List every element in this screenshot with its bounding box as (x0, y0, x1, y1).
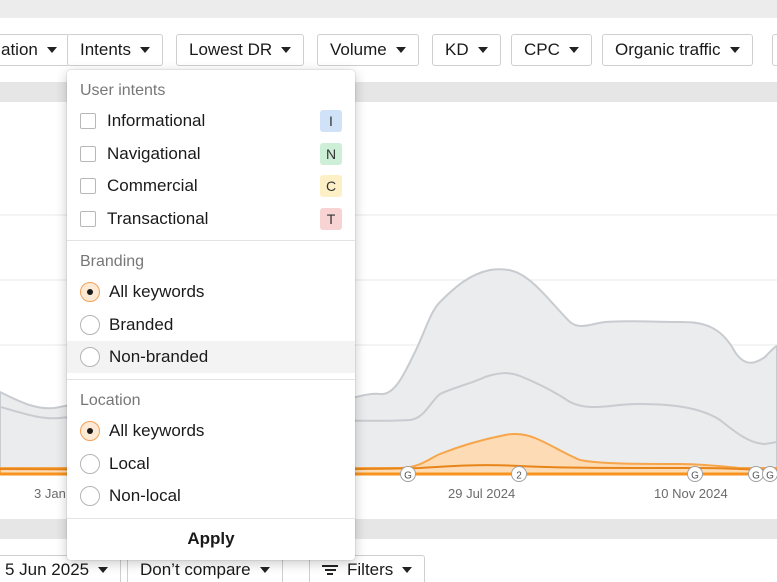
intent-option-transactional[interactable]: Transactional T (67, 203, 355, 235)
branding-option-label: All keywords (109, 282, 205, 301)
top-strip (0, 0, 777, 18)
intent-option-informational[interactable]: Informational I (67, 105, 355, 137)
intent-option-commercial[interactable]: Commercial C (67, 170, 355, 202)
intent-option-label: Commercial (107, 176, 198, 195)
organic-traffic-filter-label: Organic traffic (615, 40, 721, 59)
checkbox[interactable] (80, 178, 96, 194)
x-axis-label: 29 Jul 2024 (448, 486, 516, 501)
caret-down-icon (568, 47, 579, 53)
location-option-label: Local (109, 454, 150, 473)
radio[interactable] (80, 315, 100, 335)
annotation-marker-g[interactable]: G (400, 466, 416, 482)
location-option-all[interactable]: All keywords (67, 415, 355, 447)
intents-dropdown: User intents Informational I Navigationa… (67, 70, 355, 560)
caret-down-icon (98, 567, 109, 573)
caret-down-icon (281, 47, 292, 53)
svg-text:G: G (752, 471, 760, 482)
divider (67, 240, 355, 241)
x-axis-label: 3 Jan (34, 486, 66, 501)
compare-selector-label: Don’t compare (140, 560, 251, 579)
checkbox[interactable] (80, 211, 96, 227)
svg-text:G: G (766, 471, 774, 482)
intent-option-label: Informational (107, 111, 206, 130)
caret-down-icon (46, 47, 57, 53)
checkbox[interactable] (80, 113, 96, 129)
location-option-non-local[interactable]: Non-local (67, 480, 355, 512)
annotation-marker-g[interactable]: G (762, 466, 777, 482)
annotation-marker-g[interactable]: G (748, 466, 764, 482)
svg-text:2: 2 (516, 471, 522, 482)
intent-option-label: Navigational (107, 144, 201, 163)
radio-selected[interactable] (80, 421, 100, 441)
radio[interactable] (80, 486, 100, 506)
organic-traffic-filter[interactable]: Organic traffic (602, 34, 753, 66)
caret-down-icon (729, 47, 740, 53)
lowest-dr-filter-label: Lowest DR (189, 40, 273, 59)
filters-button-label: Filters (347, 560, 394, 579)
annotation-marker-g[interactable]: G (687, 466, 703, 482)
radio[interactable] (80, 347, 100, 367)
radio-selected[interactable] (80, 282, 100, 302)
checkbox[interactable] (80, 146, 96, 162)
branding-title: Branding (80, 253, 145, 270)
caret-down-icon (259, 567, 270, 573)
location-title: Location (80, 392, 141, 409)
intent-badge: I (320, 110, 342, 132)
volume-filter[interactable]: Volume (317, 34, 419, 66)
branding-option-branded[interactable]: Branded (67, 309, 355, 341)
branding-option-non-branded[interactable]: Non-branded (67, 341, 355, 373)
cpc-filter[interactable]: CPC (511, 34, 592, 66)
svg-text:G: G (404, 471, 412, 482)
svg-text:G: G (691, 471, 699, 482)
location-option-label: All keywords (109, 421, 205, 440)
kd-filter-label: KD (445, 40, 469, 59)
caret-down-icon (395, 47, 406, 53)
more-filter-chip[interactable] (772, 34, 777, 66)
branding-option-label: Branded (109, 315, 174, 334)
volume-filter-label: Volume (330, 40, 387, 59)
caret-down-icon (402, 567, 413, 573)
position-filter[interactable]: ation (0, 34, 70, 66)
x-axis-label: 10 Nov 2024 (654, 486, 728, 501)
location-option-local[interactable]: Local (67, 448, 355, 480)
annotation-marker-2[interactable]: 2 (511, 466, 527, 482)
divider (67, 379, 355, 380)
user-intents-title: User intents (80, 82, 166, 99)
location-option-label: Non-local (109, 486, 181, 505)
radio[interactable] (80, 454, 100, 474)
lowest-dr-filter[interactable]: Lowest DR (176, 34, 305, 66)
apply-button[interactable]: Apply (67, 519, 355, 559)
date-selector-label: 5 Jun 2025 (5, 560, 90, 579)
branding-option-all[interactable]: All keywords (67, 276, 355, 308)
intent-option-navigational[interactable]: Navigational N (67, 138, 355, 170)
intent-option-label: Transactional (107, 209, 209, 228)
intent-badge: N (320, 143, 342, 165)
caret-down-icon (477, 47, 488, 53)
intent-badge: T (320, 208, 342, 230)
intent-badge: C (320, 175, 342, 197)
intents-filter[interactable]: Intents (67, 34, 164, 66)
intents-filter-label: Intents (80, 40, 132, 59)
cpc-filter-label: CPC (524, 40, 560, 59)
filter-icon (322, 563, 338, 577)
caret-down-icon (140, 47, 151, 53)
kd-filter[interactable]: KD (432, 34, 501, 66)
position-filter-label: ation (1, 40, 38, 59)
branding-option-label: Non-branded (109, 347, 209, 366)
